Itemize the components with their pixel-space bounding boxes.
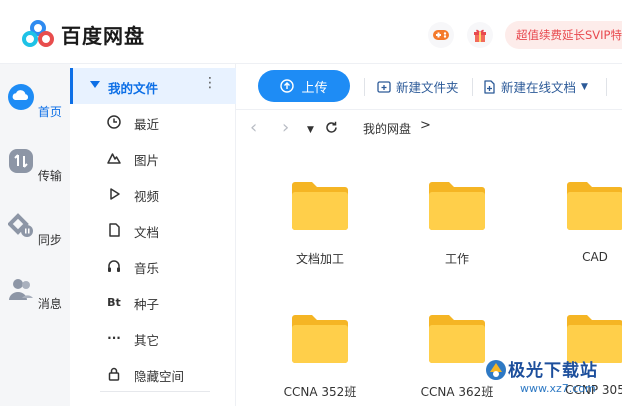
folder-icon (292, 315, 348, 363)
app-brand-title: 百度网盘 (61, 24, 145, 48)
document-icon (109, 223, 120, 237)
history-dropdown-icon[interactable]: ▼ (307, 120, 314, 140)
site-watermark: 极光下载站 www.xz7.com (480, 354, 622, 406)
toolbar-divider (364, 78, 365, 96)
forward-arrow-icon[interactable]: › (282, 118, 289, 138)
file-name: CCNA 352班 (283, 385, 357, 399)
nav-item-documents[interactable]: 文档 (70, 212, 236, 248)
expand-triangle-icon (90, 81, 100, 88)
rail-item-messages[interactable]: 消息 (0, 276, 70, 312)
people-message-icon (9, 279, 34, 300)
nav-item-images[interactable]: 图片 (70, 140, 236, 176)
upload-button[interactable]: 上传 (258, 70, 350, 102)
path-navigation-bar: ‹ › ▼ 我的网盘 > (236, 114, 622, 144)
clock-icon (107, 115, 121, 129)
left-rail: 首页 传输 同步 消息 (0, 64, 70, 406)
breadcrumb-root[interactable]: 我的网盘 (363, 120, 411, 137)
toolbar-bottom-border (236, 109, 622, 110)
nav-my-files[interactable]: 我的文件 ⋮ (70, 68, 236, 104)
game-controller-icon (433, 30, 449, 40)
rail-item-home[interactable]: 首页 (0, 84, 70, 120)
nav-item-label: 最近 (134, 117, 160, 132)
nav-item-other[interactable]: ··· 其它 (70, 320, 236, 356)
file-name: CAD (582, 250, 608, 264)
image-icon (107, 153, 121, 164)
bt-icon: Bt (107, 295, 121, 309)
ellipsis-icon: ··· (107, 331, 121, 345)
chevron-down-icon[interactable]: ▼ (581, 82, 588, 92)
new-doc-icon (484, 79, 495, 94)
refresh-icon[interactable] (325, 121, 338, 134)
rail-item-label: 首页 (37, 105, 62, 119)
new-online-doc-button[interactable]: 新建在线文档 ▼ (483, 77, 588, 96)
folder-icon (292, 182, 348, 230)
file-name: 文档加工 (295, 252, 344, 266)
transfer-icon (9, 149, 34, 173)
rail-item-transfer[interactable]: 传输 (0, 148, 70, 184)
app-header: 百度网盘 超值续费延长SVIP特 (0, 0, 622, 64)
cloud-home-icon (8, 84, 35, 110)
rail-item-sync[interactable]: 同步 (0, 212, 70, 248)
breadcrumb-separator: > (420, 118, 431, 133)
nav-item-label: 图片 (134, 153, 160, 168)
watermark-title: 极光下载站 (508, 361, 598, 381)
nav-item-label: 种子 (134, 297, 160, 312)
headphones-icon (108, 260, 120, 272)
gift-button[interactable] (467, 22, 493, 48)
nav-my-files-label: 我的文件 (108, 81, 159, 96)
nav-item-videos[interactable]: 视频 (70, 176, 236, 212)
watermark-logo-icon (486, 360, 506, 380)
nav-item-recent[interactable]: 最近 (70, 104, 236, 140)
nav-item-music[interactable]: 音乐 (70, 248, 236, 284)
new-online-doc-label: 新建在线文档 (501, 80, 577, 95)
file-tile[interactable]: 文档加工 (257, 177, 377, 287)
upload-label: 上传 (301, 80, 328, 96)
nav-item-label: 隐藏空间 (134, 369, 185, 384)
nav-item-hidden-space[interactable]: 隐藏空间 (70, 356, 236, 392)
game-button[interactable] (428, 22, 454, 48)
more-options-icon[interactable]: ⋮ (203, 75, 217, 91)
watermark-url: www.xz7.com (520, 382, 596, 395)
nav-item-label: 视频 (134, 189, 160, 204)
new-folder-icon (377, 80, 391, 93)
play-icon (110, 188, 120, 200)
folder-icon (429, 182, 485, 230)
rail-item-label: 消息 (37, 297, 62, 311)
gift-icon (474, 29, 486, 42)
new-folder-button[interactable]: 新建文件夹 (377, 77, 459, 96)
toolbar-divider (606, 78, 607, 96)
baidu-netdisk-logo (22, 20, 54, 47)
nav-item-label: 其它 (134, 333, 160, 348)
file-tile[interactable]: 工作 (394, 177, 514, 287)
nav-item-torrents[interactable]: Bt 种子 (70, 284, 236, 320)
lock-icon (108, 367, 120, 381)
folder-icon (567, 182, 622, 230)
file-category-nav: 我的文件 ⋮ 最近 图片 视频 文档 音乐 Bt 种子 ··· 其它 隐藏空间 (70, 64, 236, 406)
nav-divider (100, 391, 210, 392)
new-folder-label: 新建文件夹 (396, 80, 459, 95)
file-tile[interactable]: CAD (532, 177, 622, 287)
rail-item-label: 传输 (37, 169, 62, 183)
svip-promo-button[interactable]: 超值续费延长SVIP特 (505, 21, 622, 49)
sync-icon (7, 213, 34, 237)
upload-icon (280, 79, 295, 93)
folder-icon (429, 315, 485, 363)
back-arrow-icon[interactable]: ‹ (250, 118, 257, 138)
nav-item-label: 音乐 (134, 261, 160, 276)
nav-item-label: 文档 (134, 225, 160, 240)
rail-item-label: 同步 (37, 233, 62, 247)
file-tile[interactable]: CCNA 352班 (257, 310, 377, 406)
file-name: 工作 (444, 252, 469, 266)
toolbar-divider (472, 78, 473, 96)
baidu-netdisk-window: 百度网盘 超值续费延长SVIP特 首页 传输 同步 消息 我的文件 ⋮ 最近 图… (0, 0, 622, 406)
